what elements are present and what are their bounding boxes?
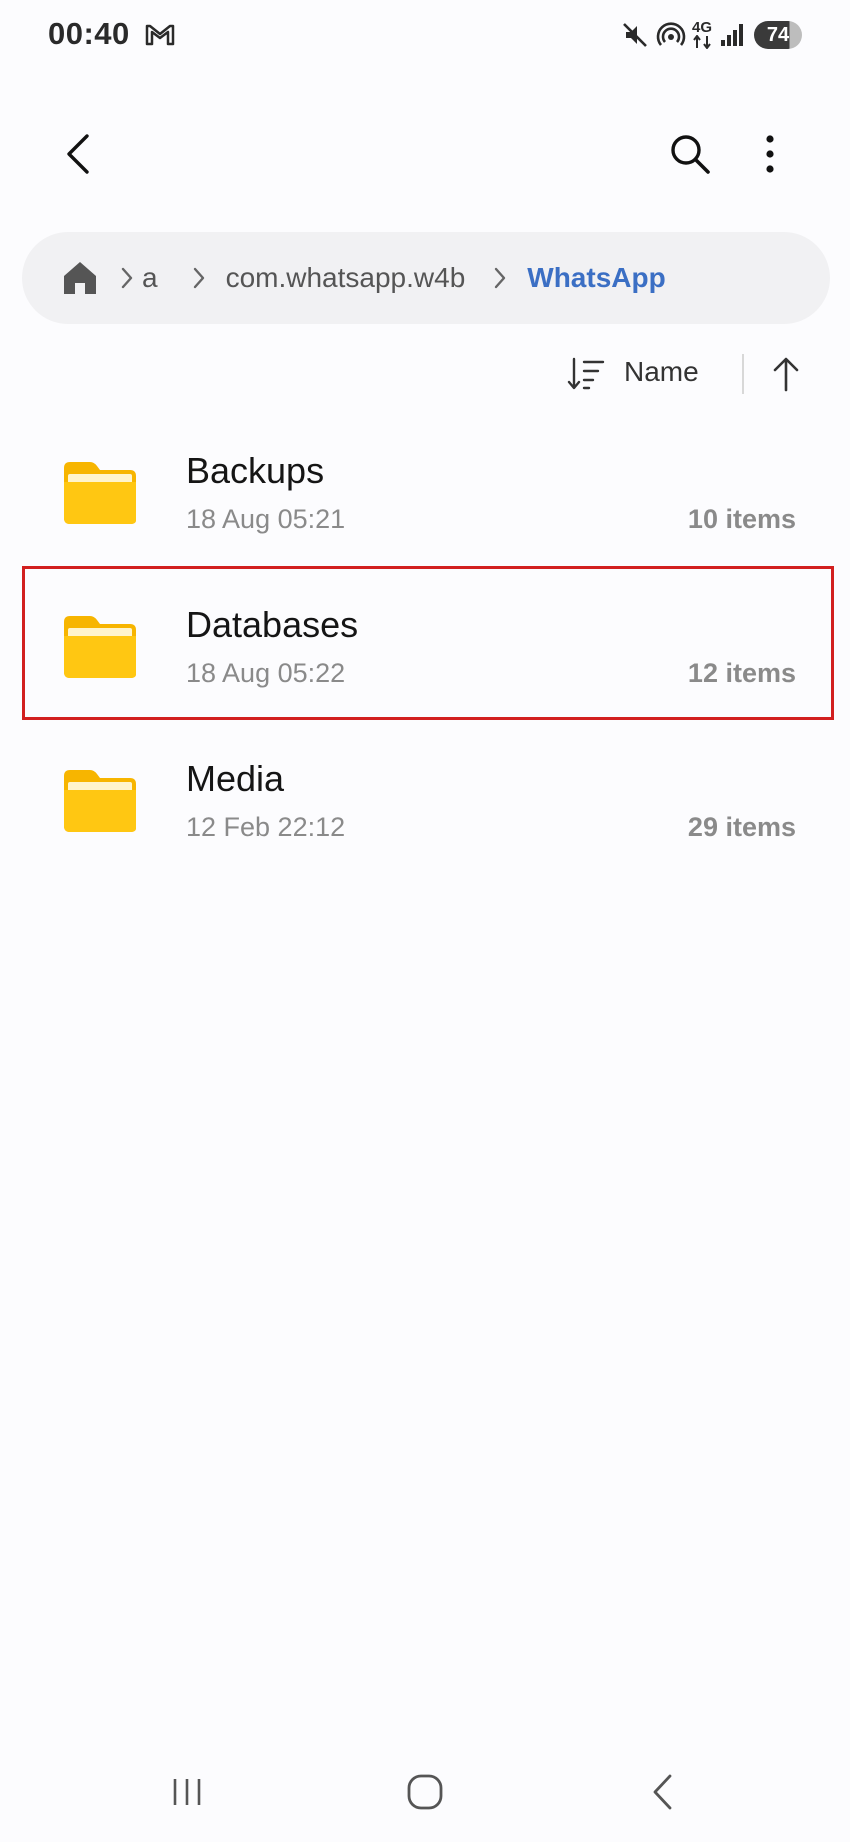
chevron-right-icon — [188, 264, 210, 292]
hotspot-icon — [656, 22, 686, 46]
status-icons: 4G 74 — [620, 18, 802, 52]
breadcrumb: a com.whatsapp.w4b WhatsApp — [22, 232, 830, 324]
battery-icon: 74 — [754, 21, 802, 49]
breadcrumb-item-com-whatsapp-w4b[interactable]: com.whatsapp.w4b — [226, 262, 466, 294]
folder-item-count: 10 items — [687, 504, 796, 534]
more-options-button[interactable] — [740, 124, 800, 184]
sort-bar: Name — [0, 340, 850, 406]
home-nav-button[interactable] — [390, 1762, 460, 1822]
folder-name: Media — [186, 758, 285, 799]
home-nav-icon — [407, 1774, 443, 1810]
back-button[interactable] — [48, 124, 108, 184]
sort-lines-icon[interactable] — [566, 356, 606, 392]
folder-date: 18 Aug 05:21 — [186, 504, 346, 534]
mute-icon — [623, 23, 647, 47]
chevron-right-icon — [116, 264, 138, 292]
recents-button[interactable] — [152, 1762, 222, 1822]
breadcrumb-home[interactable] — [60, 258, 100, 298]
folder-row-databases[interactable]: Databases 18 Aug 05:22 12 items — [0, 574, 850, 728]
gmail-icon — [145, 24, 175, 46]
recents-icon — [173, 1779, 201, 1805]
search-icon — [671, 135, 710, 174]
system-nav-bar — [0, 1740, 850, 1842]
status-time: 00:40 — [48, 16, 130, 51]
status-bar: 00:40 4G 74 — [0, 0, 850, 72]
search-button[interactable] — [660, 124, 720, 184]
folder-icon — [64, 770, 136, 832]
app-bar — [0, 100, 850, 204]
signal-icon — [721, 24, 743, 46]
network-type-label: 4G — [692, 19, 713, 36]
folder-item-count: 12 items — [687, 658, 796, 688]
breadcrumb-item-a[interactable]: a — [142, 262, 158, 294]
battery-level: 74 — [766, 23, 790, 46]
folder-row-backups[interactable]: Backups 18 Aug 05:21 10 items — [0, 420, 850, 574]
folder-date: 12 Feb 22:12 — [186, 812, 346, 842]
folder-item-count: 29 items — [687, 812, 796, 842]
back-arrow-icon — [67, 134, 89, 174]
sort-direction-button[interactable] — [764, 352, 808, 396]
sort-by-label[interactable]: Name — [624, 356, 699, 388]
back-nav-icon — [653, 1774, 672, 1810]
home-icon — [64, 262, 96, 294]
folder-list: Backups 18 Aug 05:21 10 items Databases … — [0, 420, 850, 882]
sort-divider — [742, 354, 744, 394]
more-vert-icon — [766, 135, 774, 173]
folder-name: Backups — [186, 450, 325, 491]
back-nav-button[interactable] — [628, 1762, 698, 1822]
folder-row-media[interactable]: Media 12 Feb 22:12 29 items — [0, 728, 850, 882]
chevron-right-icon — [489, 264, 511, 292]
data-arrows-icon — [693, 35, 711, 49]
folder-date: 18 Aug 05:22 — [186, 658, 346, 688]
folder-icon — [64, 616, 136, 678]
breadcrumb-item-whatsapp[interactable]: WhatsApp — [527, 262, 665, 294]
folder-icon — [64, 462, 136, 524]
folder-name: Databases — [186, 604, 359, 645]
network-type: 4G — [692, 19, 713, 49]
arrow-up-icon — [773, 357, 799, 392]
